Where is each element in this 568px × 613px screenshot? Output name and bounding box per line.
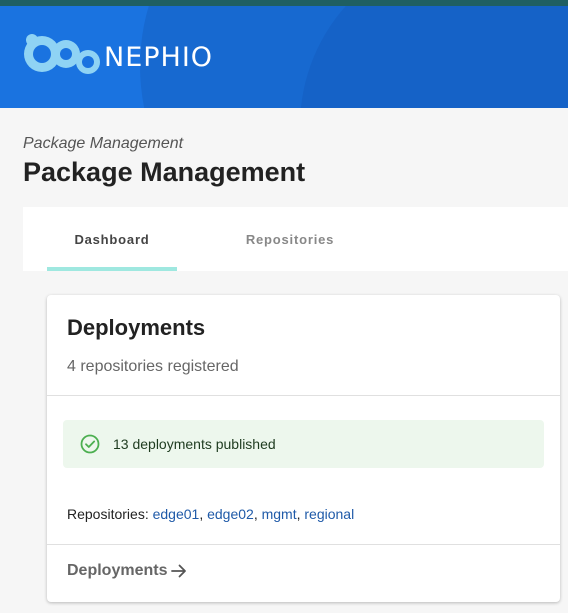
active-tab-indicator [47, 267, 177, 271]
nephio-logo[interactable]: NEPHIO [22, 30, 213, 80]
repo-link-edge02[interactable]: edge02 [207, 506, 254, 522]
repo-link-edge01[interactable]: edge01 [153, 506, 200, 522]
arrow-right-icon [171, 564, 187, 578]
card-title: Deployments [67, 315, 206, 340]
divider [47, 544, 560, 545]
app-header: NEPHIO [0, 6, 568, 108]
deployments-link[interactable]: Deployments [67, 561, 189, 581]
page-title: Package Management [23, 157, 306, 187]
alert-message: 13 deployments published [113, 436, 276, 452]
header-decoration [300, 6, 568, 108]
tab-bar: Dashboard Repositories [23, 207, 568, 271]
deployments-card: Deployments 4 repositories registered 13… [47, 295, 560, 602]
success-alert: 13 deployments published [63, 420, 544, 468]
tab-repositories[interactable]: Repositories [223, 207, 357, 271]
nephio-bubbles-logo-icon [24, 34, 100, 74]
repo-link-mgmt[interactable]: mgmt [262, 506, 297, 522]
tab-label: Dashboard [74, 231, 150, 247]
repositories-list: Repositories: edge01, edge02, mgmt, regi… [67, 506, 355, 522]
check-circle-icon [79, 433, 101, 455]
breadcrumb: Package Management [23, 135, 184, 152]
repositories-label: Repositories: [67, 506, 149, 522]
divider [47, 395, 560, 396]
card-subtitle: 4 repositories registered [67, 358, 239, 375]
repo-link-regional[interactable]: regional [304, 506, 354, 522]
deployments-link-label: Deployments [67, 562, 168, 579]
tab-dashboard[interactable]: Dashboard [47, 207, 177, 271]
tab-label: Repositories [245, 231, 335, 247]
brand-name: NEPHIO [104, 41, 214, 73]
